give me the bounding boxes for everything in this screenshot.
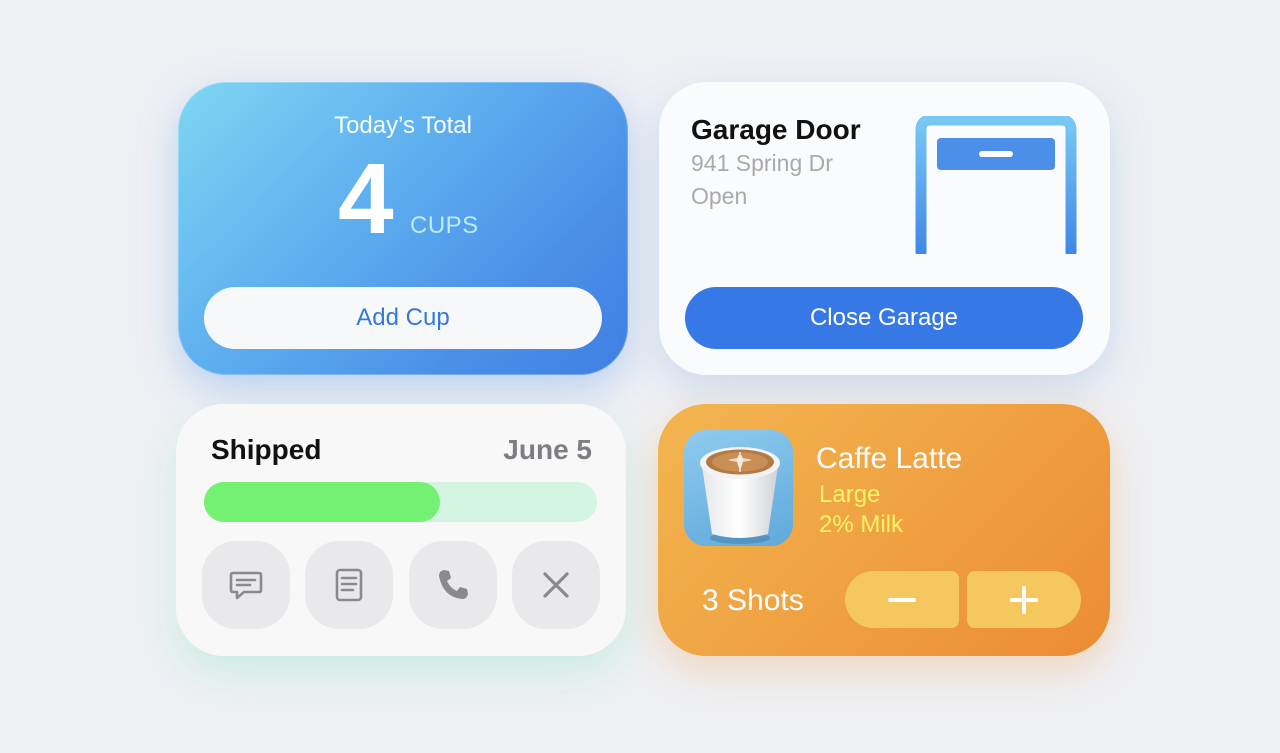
plus-icon: [1010, 585, 1038, 614]
document-button[interactable]: [305, 541, 394, 629]
shipping-progress-fill: [204, 482, 440, 522]
cancel-button[interactable]: [511, 541, 600, 629]
shot-count: 3 Shots: [702, 584, 804, 617]
garage-status: Open: [691, 183, 748, 209]
drink-name: Caffe Latte: [816, 442, 963, 475]
phone-icon: [438, 570, 468, 599]
message-icon: [229, 571, 263, 600]
shipping-widget: Shipped June 5: [176, 404, 626, 656]
close-garage-button[interactable]: Close Garage: [685, 287, 1083, 349]
coffee-order-widget: Caffe Latte Large 2% Milk 3 Shots: [658, 404, 1110, 656]
cup-unit: CUPS: [410, 212, 479, 239]
garage-door-icon: [915, 116, 1077, 254]
decrease-shots-button[interactable]: [845, 571, 959, 628]
shots-stepper: [845, 571, 1081, 628]
garage-widget: Garage Door 941 Spring Dr Open Close Gar…: [659, 82, 1110, 375]
drink-size: Large: [819, 481, 881, 508]
shipping-status: Shipped: [211, 434, 322, 465]
latte-cup-icon: [700, 447, 780, 544]
cup-count: 4: [338, 143, 394, 255]
water-title: Today’s Total: [334, 112, 472, 139]
shipping-date: June 5: [503, 434, 592, 465]
document-icon: [336, 568, 363, 602]
message-button[interactable]: [202, 541, 290, 629]
garage-address: 941 Spring Dr: [691, 150, 833, 176]
shipping-progress-bar: [204, 482, 597, 522]
minus-icon: [888, 597, 916, 602]
latte-cup-image: [684, 430, 793, 546]
water-tracker-widget: Today’s Total 4 CUPS Add Cup: [178, 82, 628, 375]
phone-button[interactable]: [408, 541, 497, 629]
add-cup-button[interactable]: Add Cup: [204, 287, 602, 349]
close-icon: [543, 572, 569, 598]
garage-name: Garage Door: [691, 114, 861, 145]
shipping-actions: [202, 541, 600, 629]
drink-milk: 2% Milk: [819, 511, 904, 538]
increase-shots-button[interactable]: [967, 571, 1081, 628]
